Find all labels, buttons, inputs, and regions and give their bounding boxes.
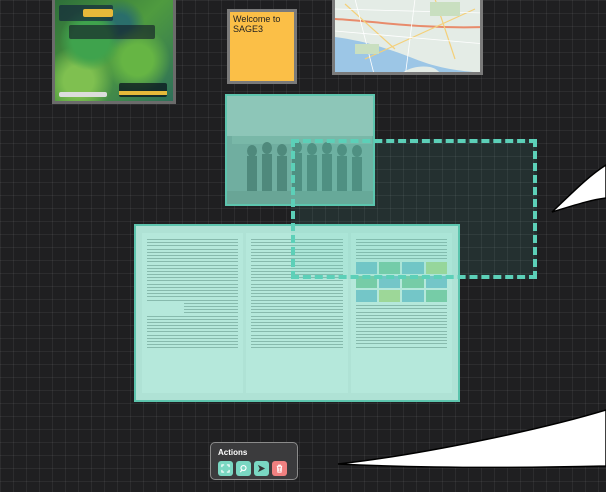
sticky-note[interactable]: Welcome to SAGE3 xyxy=(227,9,297,84)
map-image xyxy=(335,0,480,72)
weather-scale xyxy=(59,92,107,97)
weather-message xyxy=(69,25,155,39)
expand-button[interactable] xyxy=(218,461,233,476)
map-app[interactable] xyxy=(332,0,483,75)
weather-badge xyxy=(83,9,113,17)
selection-rectangle[interactable] xyxy=(291,139,537,279)
search-icon xyxy=(239,464,247,473)
weather-timeline[interactable] xyxy=(119,91,167,95)
weather-app[interactable] xyxy=(52,0,176,104)
sticky-note-text[interactable]: Welcome to SAGE3 xyxy=(233,14,291,34)
expand-icon xyxy=(221,464,230,473)
trash-icon xyxy=(276,464,283,473)
actions-title: Actions xyxy=(218,448,248,457)
actions-panel: Actions xyxy=(210,442,298,480)
send-button[interactable] xyxy=(254,461,269,476)
search-button[interactable] xyxy=(236,461,251,476)
send-icon xyxy=(257,464,266,473)
delete-button[interactable] xyxy=(272,461,287,476)
pdf-page xyxy=(142,233,244,393)
